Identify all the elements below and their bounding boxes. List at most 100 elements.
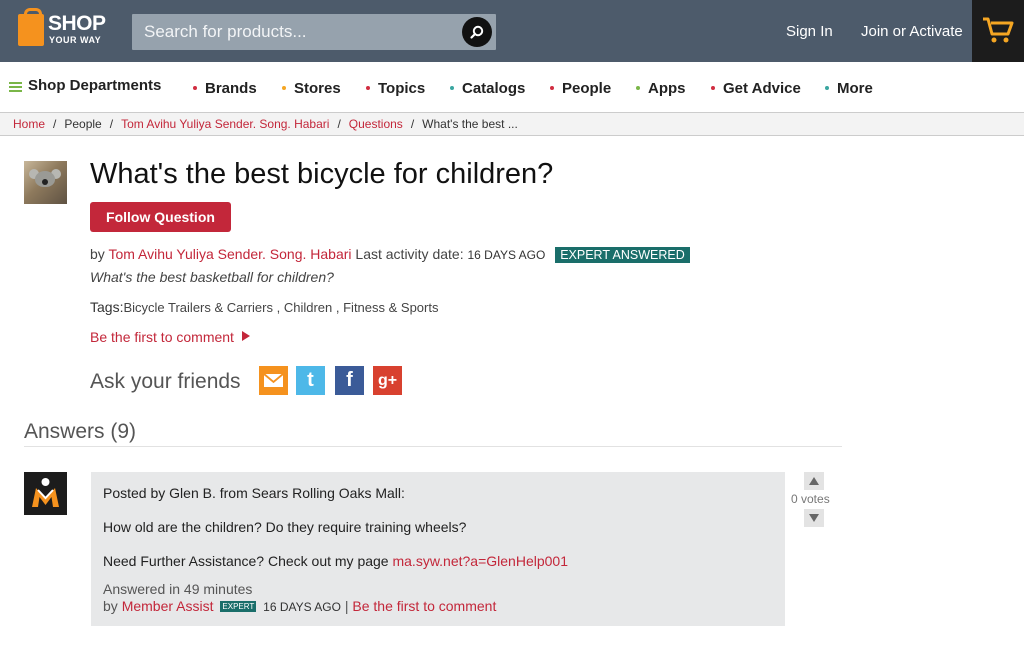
answer-author-avatar[interactable] (24, 472, 67, 515)
answer-author-link[interactable]: Member Assist (122, 598, 214, 614)
answer-body: How old are the children? Do they requir… (103, 519, 467, 535)
nav-label: Brands (205, 80, 257, 97)
answered-in: Answered in 49 minutes (103, 581, 253, 597)
nav-label: Catalogs (462, 80, 526, 97)
by-label: by (103, 598, 118, 614)
tag-link[interactable]: Children (284, 300, 332, 315)
search-input[interactable] (132, 14, 496, 50)
breadcrumb-separator: / (53, 117, 57, 131)
upvote-button[interactable] (804, 472, 824, 490)
nav-item-brands[interactable]: Brands (193, 80, 257, 97)
vote-count: 0 votes (791, 492, 830, 506)
sign-in-link[interactable]: Sign In (786, 23, 833, 40)
nav-dot (282, 86, 286, 90)
author-avatar[interactable] (24, 161, 67, 204)
breadcrumb-questions[interactable]: Questions (349, 117, 403, 131)
nav-item-people[interactable]: People (550, 80, 612, 97)
logo-text-bottom: YOUR WAY (49, 35, 102, 45)
assist-text: Need Further Assistance? Check out my pa… (103, 553, 389, 569)
breadcrumb-people[interactable]: People (64, 117, 101, 131)
nav-label: Topics (378, 80, 426, 97)
nav-item-stores[interactable]: Stores (282, 80, 341, 97)
tags-label: Tags: (90, 299, 124, 315)
nav-label: Apps (648, 80, 686, 97)
nav-dot (825, 86, 829, 90)
downvote-button[interactable] (804, 509, 824, 527)
nav-dot (366, 86, 370, 90)
nav-item-topics[interactable]: Topics (366, 80, 426, 97)
tag-link[interactable]: Bicycle Trailers & Carriers (123, 300, 273, 315)
google-plus-share-button[interactable]: g+ (373, 366, 402, 395)
nav-dot (550, 86, 554, 90)
nav-dot (193, 86, 197, 90)
nav-item-get-advice[interactable]: Get Advice (711, 80, 801, 97)
search-icon (470, 25, 484, 39)
breadcrumb-separator: / (337, 117, 341, 131)
breadcrumb-separator: / (109, 117, 114, 131)
question-tags: Tags:Bicycle Trailers & Carriers , Child… (90, 299, 439, 315)
shop-departments-menu[interactable]: Shop Departments (28, 77, 161, 94)
answer-posted-by: Posted by Glen B. from Sears Rolling Oak… (103, 485, 405, 501)
cart-button[interactable] (972, 0, 1024, 62)
nav-label: Get Advice (723, 80, 801, 97)
nav-label: More (837, 80, 873, 97)
logo-text-top: SHOP (48, 12, 106, 35)
follow-question-button[interactable]: Follow Question (90, 202, 231, 232)
breadcrumb-home[interactable]: Home (13, 117, 45, 131)
first-comment-link[interactable]: Be the first to comment (90, 329, 250, 345)
last-activity-date: 16 DAYS AGO (467, 248, 546, 262)
shopping-bag-icon (18, 8, 44, 46)
google-plus-icon: g+ (377, 372, 398, 389)
assist-page-link[interactable]: ma.syw.net?a=GlenHelp001 (392, 553, 568, 569)
twitter-share-button[interactable]: t (296, 366, 325, 395)
menu-icon (9, 82, 22, 92)
nav-dot (450, 86, 454, 90)
search-button[interactable] (462, 17, 492, 47)
answer-date: 16 DAYS AGO (263, 600, 341, 614)
divider (24, 446, 842, 447)
comment-link-text: Be the first to comment (90, 329, 234, 345)
breadcrumb-separator: / (410, 117, 415, 131)
tag-link[interactable]: Fitness & Sports (343, 300, 438, 315)
nav-dot (711, 86, 715, 90)
twitter-icon: t (307, 369, 314, 391)
answers-heading: Answers (9) (24, 420, 137, 443)
cart-icon (983, 17, 1014, 43)
member-assist-logo-icon (32, 478, 59, 507)
meta-divider: | (344, 598, 349, 614)
nav-dot (636, 86, 640, 90)
shop-your-way-logo[interactable]: SHOP YOUR WAY (18, 8, 118, 50)
question-author-link[interactable]: Tom Avihu Yuliya Sender. Song. Habari (108, 246, 351, 262)
arrow-down-icon (809, 514, 819, 522)
last-activity-label: Last activity date: (355, 246, 464, 262)
facebook-share-button[interactable]: f (335, 366, 364, 395)
answer-card: Posted by Glen B. from Sears Rolling Oak… (91, 472, 785, 626)
answer-meta: by Member Assist EXPERT 16 DAYS AGO | Be… (103, 598, 496, 614)
nav-label: People (562, 80, 612, 97)
nav-item-more[interactable]: More (825, 80, 873, 97)
breadcrumb-user[interactable]: Tom Avihu Yuliya Sender. Song. Habari (121, 117, 329, 131)
ask-friends-label: Ask your friends (90, 370, 241, 393)
nav-label: Stores (294, 80, 341, 97)
nav-item-apps[interactable]: Apps (636, 80, 686, 97)
join-activate-link[interactable]: Join or Activate (861, 23, 963, 40)
by-label: by (90, 246, 105, 262)
email-icon (263, 373, 284, 387)
expert-badge: EXPERT (220, 601, 257, 612)
answer-comment-link[interactable]: Be the first to comment (352, 598, 496, 614)
answer-assist: Need Further Assistance? Check out my pa… (103, 553, 568, 569)
arrow-up-icon (809, 477, 819, 485)
avatar-nose (42, 179, 48, 185)
question-meta: by Tom Avihu Yuliya Sender. Song. Habari… (90, 246, 690, 263)
main-nav: Shop Departments Brands Stores Topics Ca… (0, 62, 1024, 112)
expert-answered-badge: EXPERT ANSWERED (555, 247, 690, 263)
nav-item-catalogs[interactable]: Catalogs (450, 80, 526, 97)
question-description: What's the best basketball for children? (90, 269, 334, 285)
top-header: SHOP YOUR WAY Sign In Join or Activate (0, 0, 1024, 62)
email-share-button[interactable] (259, 366, 288, 395)
question-title: What's the best bicycle for children? (90, 158, 554, 190)
breadcrumb-current: What's the best ... (422, 117, 518, 131)
breadcrumb: Home / People / Tom Avihu Yuliya Sender. Son… (0, 112, 1024, 136)
facebook-icon: f (346, 369, 353, 391)
play-arrow-icon (241, 331, 250, 341)
